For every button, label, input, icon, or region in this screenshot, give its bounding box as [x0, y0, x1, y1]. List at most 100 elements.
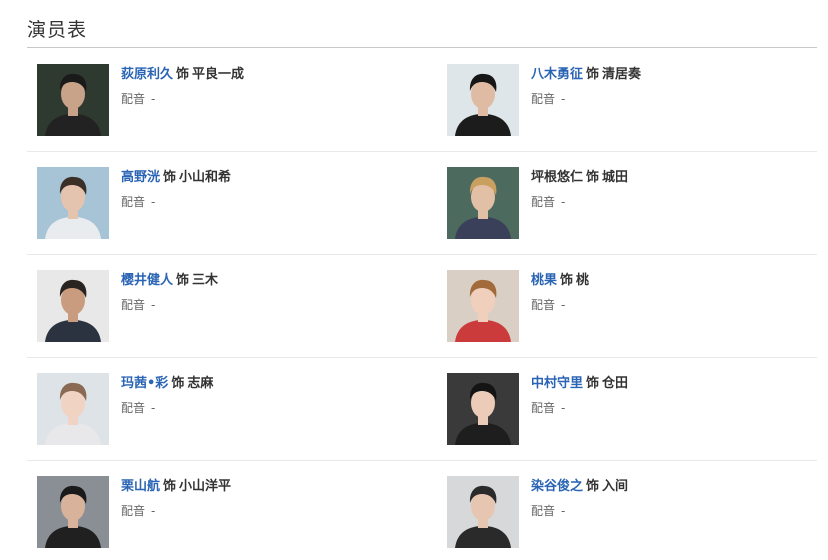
cast-name-line: 坪根悠仁饰城田	[531, 169, 628, 187]
voice-value: -	[561, 401, 566, 415]
voice-line: 配音 -	[531, 91, 641, 107]
voice-label: 配音	[121, 504, 146, 518]
cast-name-line: 八木勇征饰清居奏	[531, 66, 641, 84]
cast-row: 玛茜•彩饰志麻 配音 - 中村守里饰仓田 配音 -	[27, 358, 817, 461]
actor-photo[interactable]	[447, 64, 519, 136]
actor-name-link[interactable]: 八木勇征	[531, 67, 583, 82]
voice-value: -	[151, 92, 156, 106]
voice-label: 配音	[121, 195, 146, 209]
cast-info: 高野洸饰小山和希 配音 -	[121, 169, 231, 210]
voice-label: 配音	[531, 401, 556, 415]
role-name: 小山洋平	[179, 479, 232, 494]
cast-row: 樱井健人饰三木 配音 - 桃果饰桃 配音 -	[27, 255, 817, 358]
cast-info: 中村守里饰仓田 配音 -	[531, 375, 628, 416]
actor-name-link[interactable]: 樱井健人	[121, 273, 173, 288]
actor-name-link[interactable]: 桃果	[531, 273, 557, 288]
cast-row: 荻原利久饰平良一成 配音 - 八木勇征饰清居奏 配音 -	[27, 49, 817, 152]
cast-info: 染谷俊之饰入间 配音 -	[531, 478, 628, 519]
voice-value: -	[561, 92, 566, 106]
role-name: 仓田	[602, 376, 629, 391]
as-label: 饰	[176, 273, 190, 288]
actor-name-link[interactable]: 高野洸	[121, 170, 160, 185]
voice-label: 配音	[531, 298, 556, 312]
actor-name-link[interactable]: 中村守里	[531, 376, 583, 391]
as-label: 饰	[176, 67, 190, 82]
voice-value: -	[561, 504, 566, 518]
cast-name-line: 中村守里饰仓田	[531, 375, 628, 393]
actor-photo[interactable]	[37, 270, 109, 342]
actor-name-link[interactable]: 染谷俊之	[531, 479, 583, 494]
cast-info: 八木勇征饰清居奏 配音 -	[531, 66, 641, 107]
role-name: 入间	[602, 479, 629, 494]
as-label: 饰	[586, 479, 600, 494]
actor-photo[interactable]	[447, 476, 519, 548]
voice-label: 配音	[121, 298, 146, 312]
voice-line: 配音 -	[121, 503, 231, 519]
portrait-image	[37, 167, 109, 239]
voice-line: 配音 -	[531, 194, 628, 210]
voice-label: 配音	[531, 504, 556, 518]
as-label: 饰	[163, 479, 177, 494]
role-name: 三木	[192, 273, 219, 288]
portrait-image	[37, 373, 109, 445]
cast-name-line: 高野洸饰小山和希	[121, 169, 231, 187]
cast-name-line: 栗山航饰小山洋平	[121, 478, 231, 496]
voice-value: -	[151, 504, 156, 518]
role-name: 小山和希	[179, 170, 232, 185]
cast-grid: 荻原利久饰平良一成 配音 - 八木勇征饰清居奏 配音 - 高野洸 饰 小山和希 …	[27, 49, 817, 560]
cast-row: 高野洸饰小山和希 配音 - 坪根悠仁饰城田 配音 -	[27, 152, 817, 255]
cast-info: 荻原利久饰平良一成 配音 -	[121, 66, 244, 107]
actor-photo[interactable]	[37, 373, 109, 445]
role-name: 城田	[602, 170, 629, 185]
portrait-image	[447, 64, 519, 136]
portrait-image	[37, 270, 109, 342]
actor-photo[interactable]	[447, 373, 519, 445]
actor-photo[interactable]	[447, 270, 519, 342]
portrait-image	[447, 373, 519, 445]
cast-info: 栗山航饰小山洋平 配音 -	[121, 478, 231, 519]
portrait-image	[447, 270, 519, 342]
actor-name: 坪根悠仁	[531, 170, 584, 185]
actor-photo[interactable]	[37, 167, 109, 239]
cast-info: 坪根悠仁饰城田 配音 -	[531, 169, 628, 210]
cast-section-header: 演员表	[27, 0, 817, 48]
actor-photo[interactable]	[447, 167, 519, 239]
as-label: 饰	[586, 67, 600, 82]
voice-value: -	[561, 195, 566, 209]
cast-info: 桃果饰桃 配音 -	[531, 272, 589, 313]
cast-name-line: 染谷俊之饰入间	[531, 478, 628, 496]
voice-line: 配音 -	[121, 400, 213, 416]
role-name: 桃	[576, 273, 590, 288]
cast-info: 玛茜•彩饰志麻 配音 -	[121, 375, 213, 416]
voice-value: -	[561, 298, 566, 312]
voice-line: 配音 -	[121, 194, 231, 210]
voice-label: 配音	[121, 92, 146, 106]
voice-label: 配音	[531, 195, 556, 209]
actor-name-link[interactable]: 荻原利久	[121, 67, 173, 82]
actor-photo[interactable]	[37, 476, 109, 548]
cast-name-line: 樱井健人饰三木	[121, 272, 218, 290]
portrait-image	[447, 167, 519, 239]
voice-value: -	[151, 298, 156, 312]
role-name: 清居奏	[602, 67, 642, 82]
cast-name-line: 荻原利久饰平良一成	[121, 66, 244, 84]
as-label: 饰	[163, 170, 177, 185]
voice-line: 配音 -	[121, 91, 244, 107]
portrait-image	[37, 64, 109, 136]
actor-name-link[interactable]: 玛茜•彩	[121, 376, 168, 391]
voice-value: -	[151, 401, 156, 415]
voice-value: -	[151, 195, 156, 209]
voice-line: 配音 -	[531, 297, 589, 313]
portrait-image	[37, 476, 109, 548]
voice-line: 配音 -	[531, 400, 628, 416]
as-label: 饰	[586, 170, 600, 185]
actor-name-link[interactable]: 栗山航	[121, 479, 160, 494]
as-label: 饰	[586, 376, 600, 391]
voice-line: 配音 -	[531, 503, 628, 519]
role-name: 志麻	[187, 376, 214, 391]
role-name: 平良一成	[192, 67, 245, 82]
cast-row: 栗山航饰小山洋平 配音 - 染谷俊之饰入间 配音 -	[27, 461, 817, 560]
as-label: 饰	[171, 376, 185, 391]
cast-name-line: 玛茜•彩饰志麻	[121, 375, 213, 393]
actor-photo[interactable]	[37, 64, 109, 136]
